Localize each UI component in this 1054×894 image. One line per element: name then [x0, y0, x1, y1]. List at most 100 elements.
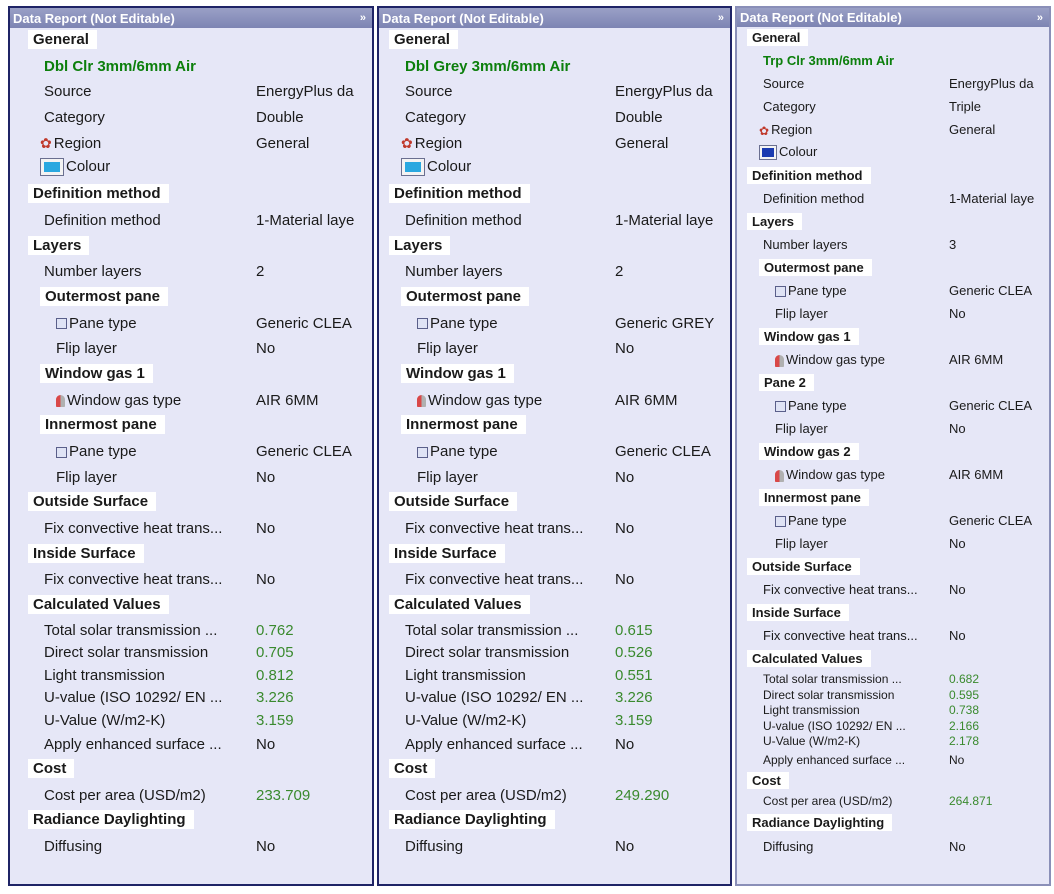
section-inside-surface[interactable]: Inside Surface — [389, 543, 505, 563]
row-u-value[interactable]: U-Value (W/m2-K) 3.159 — [379, 709, 730, 732]
section-outermost-pane[interactable]: Outermost pane — [401, 286, 530, 306]
row-inside-convective[interactable]: Fix convective heat trans... No — [737, 625, 1049, 648]
row-outer-flip-layer[interactable]: Flip layer No — [737, 303, 1049, 326]
row-gas1-type[interactable]: Window gas type AIR 6MM — [379, 388, 730, 414]
row-outside-convective[interactable]: Fix convective heat trans... No — [379, 516, 730, 542]
row-definition-method[interactable]: Definition method 1-Material laye — [10, 208, 372, 234]
section-cost[interactable]: Cost — [28, 759, 75, 778]
row-region[interactable]: ✿ Region General — [10, 131, 372, 157]
row-colour[interactable]: Colour — [10, 156, 372, 182]
section-layers[interactable]: Layers — [28, 235, 90, 255]
section-general[interactable]: General — [28, 30, 97, 49]
section-layers[interactable]: Layers — [747, 213, 802, 230]
row-u-value[interactable]: U-Value (W/m2-K) 3.159 — [10, 709, 372, 732]
row-inner-flip-layer[interactable]: Flip layer No — [737, 533, 1049, 556]
row-number-layers[interactable]: Number layers 2 — [379, 259, 730, 285]
section-cost[interactable]: Cost — [389, 759, 436, 778]
row-direct-solar[interactable]: Direct solar transmission 0.705 — [10, 641, 372, 664]
row-enhanced-surface[interactable]: Apply enhanced surface ... No — [379, 731, 730, 757]
row-region[interactable]: ✿ Region General — [379, 131, 730, 157]
section-definition[interactable]: Definition method — [28, 184, 169, 204]
row-u-value-iso[interactable]: U-value (ISO 10292/ EN ... 3.226 — [10, 686, 372, 709]
row-diffusing[interactable]: Diffusing No — [379, 834, 730, 860]
section-general[interactable]: General — [389, 30, 458, 49]
row-u-value-iso[interactable]: U-value (ISO 10292/ EN ... 3.226 — [379, 686, 730, 709]
row-source[interactable]: Source EnergyPlus da — [737, 73, 1049, 96]
section-calculated-values[interactable]: Calculated Values — [389, 595, 530, 615]
row-outside-convective[interactable]: Fix convective heat trans... No — [737, 579, 1049, 602]
row-inner-pane-type[interactable]: Pane type Generic CLEA — [379, 439, 730, 465]
section-layers[interactable]: Layers — [389, 235, 451, 255]
row-diffusing[interactable]: Diffusing No — [10, 834, 372, 860]
row-source[interactable]: Source EnergyPlus da — [379, 79, 730, 105]
section-cost[interactable]: Cost — [747, 771, 789, 789]
row-cost-per-area[interactable]: Cost per area (USD/m2) 264.871 — [737, 791, 1049, 812]
section-definition[interactable]: Definition method — [747, 167, 871, 184]
section-general[interactable]: General — [747, 29, 809, 46]
section-pane-2[interactable]: Pane 2 — [759, 374, 814, 391]
section-outside-surface[interactable]: Outside Surface — [389, 492, 518, 512]
row-direct-solar[interactable]: Direct solar transmission 0.595 — [737, 687, 1049, 703]
section-innermost-pane[interactable]: Innermost pane — [759, 489, 869, 506]
row-inner-flip-layer[interactable]: Flip layer No — [379, 465, 730, 491]
row-number-layers[interactable]: Number layers 3 — [737, 234, 1049, 257]
row-outer-pane-type[interactable]: Pane type Generic CLEA — [10, 311, 372, 337]
row-outer-flip-layer[interactable]: Flip layer No — [379, 336, 730, 362]
row-cost-per-area[interactable]: Cost per area (USD/m2) 233.709 — [10, 783, 372, 809]
section-radiance[interactable]: Radiance Daylighting — [389, 810, 555, 830]
section-calculated-values[interactable]: Calculated Values — [747, 650, 871, 667]
section-outside-surface[interactable]: Outside Surface — [28, 492, 157, 512]
panel-title-bar[interactable]: Data Report (Not Editable) » — [379, 8, 730, 28]
double-chevron-icon[interactable]: » — [1037, 12, 1043, 24]
row-total-solar[interactable]: Total solar transmission ... 0.615 — [379, 619, 730, 642]
row-light-transmission[interactable]: Light transmission 0.738 — [737, 702, 1049, 718]
section-outermost-pane[interactable]: Outermost pane — [759, 259, 872, 276]
row-number-layers[interactable]: Number layers 2 — [10, 259, 372, 285]
section-innermost-pane[interactable]: Innermost pane — [401, 415, 526, 435]
row-inner-flip-layer[interactable]: Flip layer No — [10, 465, 372, 491]
section-calculated-values[interactable]: Calculated Values — [28, 595, 169, 615]
row-category[interactable]: Category Triple — [737, 96, 1049, 119]
section-outermost-pane[interactable]: Outermost pane — [40, 286, 169, 306]
section-window-gas-1[interactable]: Window gas 1 — [40, 363, 153, 383]
row-inner-pane-type[interactable]: Pane type Generic CLEA — [737, 510, 1049, 533]
section-radiance[interactable]: Radiance Daylighting — [747, 813, 893, 831]
panel-title-bar[interactable]: Data Report (Not Editable) » — [10, 8, 372, 28]
row-source[interactable]: Source EnergyPlus da — [10, 79, 372, 105]
row-diffusing[interactable]: Diffusing No — [737, 835, 1049, 858]
row-pane2-flip-layer[interactable]: Flip layer No — [737, 418, 1049, 441]
row-gas1-type[interactable]: Window gas type AIR 6MM — [737, 349, 1049, 372]
row-outside-convective[interactable]: Fix convective heat trans... No — [10, 516, 372, 542]
row-direct-solar[interactable]: Direct solar transmission 0.526 — [379, 641, 730, 664]
section-inside-surface[interactable]: Inside Surface — [747, 604, 849, 621]
panel-title-bar[interactable]: Data Report (Not Editable) » — [737, 8, 1049, 27]
row-category[interactable]: Category Double — [10, 105, 372, 131]
section-window-gas-2[interactable]: Window gas 2 — [759, 443, 859, 460]
row-gas1-type[interactable]: Window gas type AIR 6MM — [10, 388, 372, 414]
row-definition-method[interactable]: Definition method 1-Material laye — [379, 208, 730, 234]
section-window-gas-1[interactable]: Window gas 1 — [759, 328, 859, 345]
row-category[interactable]: Category Double — [379, 105, 730, 131]
row-gas2-type[interactable]: Window gas type AIR 6MM — [737, 464, 1049, 487]
row-region[interactable]: ✿ Region General — [737, 119, 1049, 142]
row-enhanced-surface[interactable]: Apply enhanced surface ... No — [10, 731, 372, 757]
section-inside-surface[interactable]: Inside Surface — [28, 543, 144, 563]
row-colour[interactable]: Colour — [379, 156, 730, 182]
row-inner-pane-type[interactable]: Pane type Generic CLEA — [10, 439, 372, 465]
row-outer-flip-layer[interactable]: Flip layer No — [10, 336, 372, 362]
row-outer-pane-type[interactable]: Pane type Generic GREY — [379, 311, 730, 337]
row-colour[interactable]: Colour — [737, 142, 1049, 165]
section-definition[interactable]: Definition method — [389, 184, 530, 204]
row-total-solar[interactable]: Total solar transmission ... 0.682 — [737, 671, 1049, 687]
double-chevron-icon[interactable]: » — [718, 12, 724, 24]
section-outside-surface[interactable]: Outside Surface — [747, 558, 860, 575]
row-outer-pane-type[interactable]: Pane type Generic CLEA — [737, 280, 1049, 303]
row-enhanced-surface[interactable]: Apply enhanced surface ... No — [737, 749, 1049, 770]
row-light-transmission[interactable]: Light transmission 0.812 — [10, 664, 372, 687]
row-light-transmission[interactable]: Light transmission 0.551 — [379, 664, 730, 687]
double-chevron-icon[interactable]: » — [360, 12, 366, 24]
section-innermost-pane[interactable]: Innermost pane — [40, 415, 165, 435]
row-cost-per-area[interactable]: Cost per area (USD/m2) 249.290 — [379, 783, 730, 809]
row-total-solar[interactable]: Total solar transmission ... 0.762 — [10, 619, 372, 642]
row-inside-convective[interactable]: Fix convective heat trans... No — [10, 567, 372, 593]
